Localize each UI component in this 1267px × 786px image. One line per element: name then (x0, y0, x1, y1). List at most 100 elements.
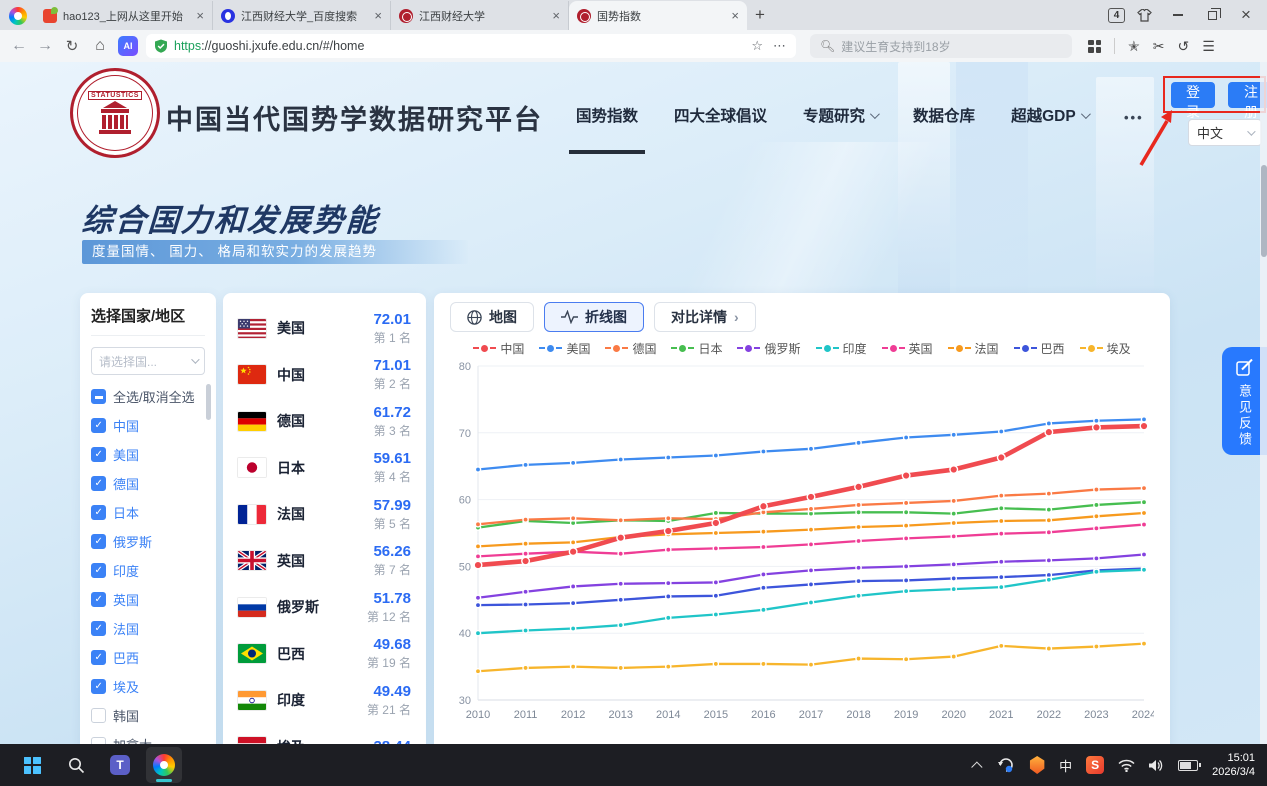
tab-close-icon[interactable]: × (374, 8, 382, 23)
checkbox[interactable] (91, 418, 106, 433)
volume-icon[interactable] (1149, 759, 1164, 772)
taskbar-teams-button[interactable] (102, 747, 138, 783)
country-checkbox-row[interactable]: 韩国 (91, 701, 205, 730)
nav-item[interactable]: 国势指数 (576, 104, 638, 126)
checkbox[interactable] (91, 650, 106, 665)
checkbox[interactable] (91, 447, 106, 462)
country-checkbox-row[interactable]: 英国 (91, 585, 205, 614)
minimize-button[interactable] (1163, 2, 1193, 28)
new-tab-button[interactable]: + (747, 2, 773, 28)
ai-assistant-button[interactable]: AI (118, 36, 138, 56)
line-chart[interactable]: 3040506070802010201120122013201420152016… (450, 358, 1154, 726)
ranking-row[interactable]: 巴西 49.68 第 19 名 (238, 631, 411, 678)
more-options-icon[interactable]: ⋯ (773, 38, 786, 54)
compare-detail-button[interactable]: 对比详情 › (654, 302, 756, 332)
country-checkbox-row[interactable]: 俄罗斯 (91, 527, 205, 556)
security-shield-icon[interactable] (1029, 756, 1045, 774)
address-bar[interactable]: https://guoshi.jxufe.edu.cn/#/home ☆ ⋯ (146, 34, 796, 58)
country-select-dropdown[interactable]: 请选择国... (91, 347, 205, 375)
ranking-row[interactable]: 法国 57.99 第 5 名 (238, 491, 411, 538)
bookmark-star-icon[interactable]: ☆ (751, 38, 763, 54)
taskbar-clock[interactable]: 15:01 2026/3/4 (1212, 751, 1255, 779)
legend-item[interactable]: 巴西 (1014, 340, 1065, 357)
country-checkbox-row[interactable]: 埃及 (91, 672, 205, 701)
browser-tab[interactable]: hao123_上网从这里开始 × (35, 1, 213, 30)
favorites-icon[interactable]: ✭ (1128, 38, 1140, 55)
country-checkbox-row[interactable]: 巴西 (91, 643, 205, 672)
ranking-row[interactable]: 英国 56.26 第 7 名 (238, 538, 411, 585)
screenshot-scissors-icon[interactable]: ✂ (1153, 38, 1165, 55)
language-select[interactable]: 中文 (1188, 119, 1262, 146)
checkbox[interactable] (91, 505, 106, 520)
checkbox[interactable] (91, 708, 106, 723)
country-checkbox-row[interactable]: 美国 (91, 440, 205, 469)
country-checkbox-row[interactable]: 全选/取消全选 (91, 382, 205, 411)
nav-item[interactable]: 数据仓库 (913, 104, 975, 126)
start-button[interactable] (14, 747, 50, 783)
ranking-row[interactable]: 俄罗斯 51.78 第 12 名 (238, 584, 411, 631)
sync-icon[interactable] (997, 757, 1015, 773)
browser-tab[interactable]: 国势指数 × (569, 1, 747, 30)
checkbox[interactable] (91, 679, 106, 694)
ranking-row[interactable]: 日本 59.61 第 4 名 (238, 445, 411, 492)
taskbar-search-button[interactable] (58, 747, 94, 783)
map-view-button[interactable]: 地图 (450, 302, 534, 332)
apps-grid-icon[interactable] (1088, 40, 1101, 53)
restore-button[interactable] (1197, 2, 1227, 28)
checkbox[interactable] (91, 476, 106, 491)
ime-indicator[interactable]: 中 (1059, 756, 1072, 775)
nav-item[interactable]: 专题研究 (803, 104, 877, 126)
search-box[interactable]: 🔍︎ 建议生育支持到18岁 (810, 34, 1072, 58)
country-checkbox-row[interactable]: 德国 (91, 469, 205, 498)
checkbox[interactable] (91, 621, 106, 636)
browser-tab[interactable]: 江西财经大学 × (391, 1, 569, 30)
legend-item[interactable]: 印度 (816, 340, 867, 357)
tray-expand-icon[interactable] (971, 761, 982, 772)
taskbar-browser-button[interactable] (146, 747, 182, 783)
country-checkbox-row[interactable]: 日本 (91, 498, 205, 527)
ranking-row[interactable]: 美国 72.01 第 1 名 (238, 305, 411, 352)
list-scrollbar-thumb[interactable] (206, 384, 211, 420)
legend-item[interactable]: 日本 (671, 340, 722, 357)
theme-skin-button[interactable] (1129, 2, 1159, 28)
battery-icon[interactable] (1178, 760, 1198, 771)
nav-item[interactable]: 四大全球倡议 (674, 104, 767, 126)
home-button[interactable]: ⌂ (88, 37, 112, 55)
checkbox[interactable] (91, 737, 106, 744)
legend-item[interactable]: 德国 (605, 340, 656, 357)
country-checkbox-row[interactable]: 法国 (91, 614, 205, 643)
checkbox[interactable] (91, 563, 106, 578)
browser-tab[interactable]: 江西财经大学_百度搜索 × (213, 1, 391, 30)
wifi-icon[interactable] (1118, 759, 1135, 772)
checkbox[interactable] (91, 592, 106, 607)
tab-close-icon[interactable]: × (731, 8, 739, 23)
country-checkbox-row[interactable]: 加拿大 (91, 730, 205, 744)
checkbox[interactable] (91, 534, 106, 549)
legend-item[interactable]: 英国 (882, 340, 933, 357)
legend-item[interactable]: 中国 (473, 340, 524, 357)
page-scrollbar-thumb[interactable] (1261, 165, 1267, 257)
line-view-button[interactable]: 折线图 (544, 302, 644, 332)
legend-item[interactable]: 俄罗斯 (737, 340, 800, 357)
refresh-button[interactable]: ↻ (60, 37, 84, 55)
url-text[interactable]: https://guoshi.jxufe.edu.cn/#/home (174, 39, 745, 53)
sogou-input-icon[interactable] (1086, 756, 1104, 774)
legend-item[interactable]: 埃及 (1080, 340, 1131, 357)
nav-item[interactable]: 超越GDP (1011, 104, 1088, 126)
ranking-row[interactable]: 埃及 38.44 (238, 724, 411, 745)
legend-item[interactable]: 法国 (948, 340, 999, 357)
back-button[interactable]: ← (8, 37, 30, 55)
window-count-badge[interactable]: 4 (1108, 8, 1125, 23)
ranking-row[interactable]: 德国 61.72 第 3 名 (238, 398, 411, 445)
country-checkbox-row[interactable]: 印度 (91, 556, 205, 585)
ranking-row[interactable]: 印度 49.49 第 21 名 (238, 677, 411, 724)
legend-item[interactable]: 美国 (539, 340, 590, 357)
close-button[interactable]: × (1231, 2, 1261, 28)
browser-logo-icon[interactable] (9, 7, 27, 25)
history-undo-icon[interactable]: ↺ (1177, 38, 1189, 55)
forward-button[interactable]: → (34, 37, 56, 55)
tab-close-icon[interactable]: × (196, 8, 204, 23)
checkbox[interactable] (91, 389, 106, 404)
menu-icon[interactable]: ☰ (1202, 38, 1215, 55)
ranking-row[interactable]: 中国 71.01 第 2 名 (238, 352, 411, 399)
